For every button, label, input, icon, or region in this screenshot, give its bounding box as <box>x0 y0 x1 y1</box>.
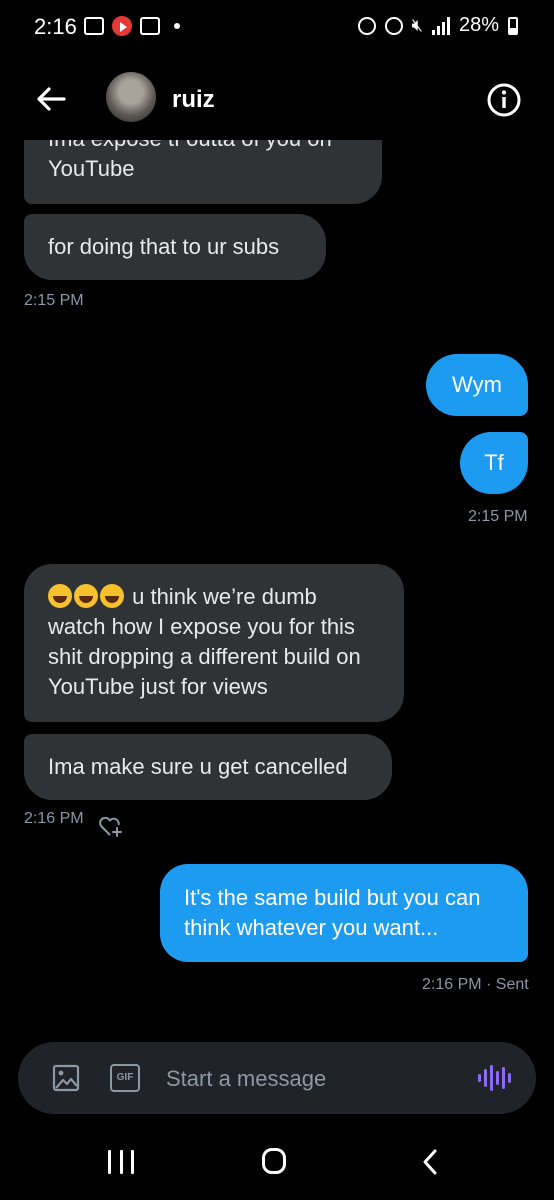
message-composer: GIF <box>18 1042 536 1114</box>
message-bubble-sent[interactable]: It's the same build but you can think wh… <box>160 864 528 962</box>
laughing-emoji-icon <box>100 584 124 608</box>
conversation-header: ruiz <box>0 60 554 140</box>
message-timestamp: 2:16 PM · Sent <box>422 976 529 993</box>
battery-percent: 28% <box>458 14 499 36</box>
system-icons: 🔇︎ 28% <box>357 14 518 37</box>
back-nav-button[interactable] <box>418 1148 444 1176</box>
battery-icon <box>508 16 518 35</box>
voice-message-icon[interactable] <box>478 1064 512 1092</box>
message-input[interactable] <box>164 1062 448 1096</box>
youtube-notification-icon <box>112 16 132 36</box>
message-bubble-received[interactable]: u think we’re dumb watch how I expose yo… <box>24 564 404 722</box>
message-timestamp: 2:16 PM <box>24 810 84 827</box>
lock-icon <box>357 16 376 35</box>
signal-icon <box>431 16 450 35</box>
mute-icon: 🔇︎ <box>411 15 423 35</box>
gallery-notification-icon <box>84 17 104 35</box>
home-button[interactable] <box>262 1148 286 1174</box>
message-bubble-received[interactable]: Ima make sure u get cancelled <box>24 734 392 800</box>
arrow-left-icon[interactable] <box>34 82 68 116</box>
more-notifications-icon <box>174 23 180 29</box>
laughing-emoji-icon <box>48 584 72 608</box>
message-bubble-received[interactable]: Ima expose tf outta of you on YouTube <box>24 140 382 204</box>
heart-plus-icon[interactable] <box>98 814 124 838</box>
message-bubble-sent[interactable]: Wym <box>426 354 528 416</box>
status-bar: 2:16 🔇︎ 28% <box>0 0 554 56</box>
image-icon[interactable] <box>52 1064 80 1092</box>
recent-apps-button[interactable] <box>108 1150 134 1174</box>
status-time: 2:16 <box>34 14 77 39</box>
system-nav-bar <box>0 1124 554 1200</box>
avatar[interactable] <box>106 72 156 122</box>
message-bubble-received[interactable]: for doing that to ur subs <box>24 214 326 280</box>
laughing-emoji-icon <box>74 584 98 608</box>
message-timestamp: 2:15 PM <box>468 508 528 525</box>
message-timestamp: 2:15 PM <box>24 292 84 309</box>
gif-icon[interactable]: GIF <box>110 1064 140 1092</box>
notification-icons <box>84 16 180 36</box>
message-bubble-sent[interactable]: Tf <box>460 432 528 494</box>
contact-name[interactable]: ruiz <box>172 86 215 114</box>
message-thread: Ima expose tf outta of you on YouTube fo… <box>0 140 554 1030</box>
info-icon[interactable] <box>486 82 522 118</box>
alarm-icon <box>384 16 403 35</box>
mail-notification-icon <box>140 17 160 35</box>
